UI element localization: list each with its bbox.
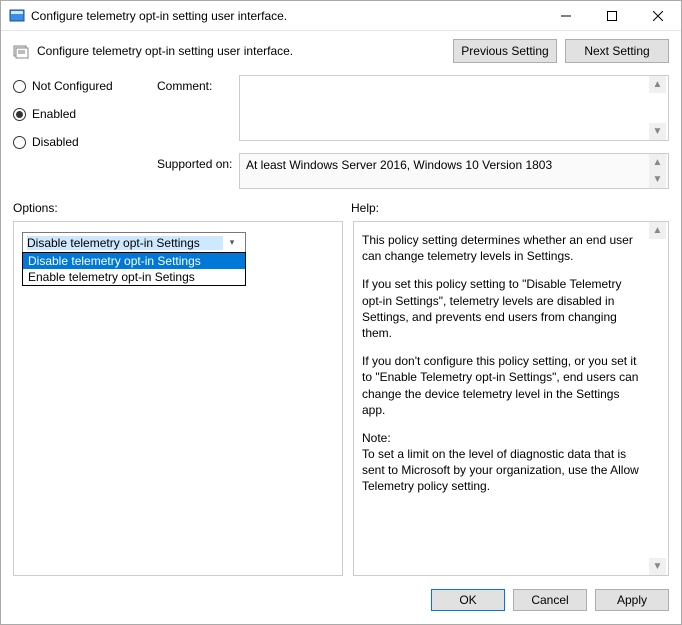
cancel-button[interactable]: Cancel bbox=[513, 589, 587, 611]
state-radio-group: Not Configured Enabled Disabled bbox=[13, 75, 153, 149]
help-paragraph: If you set this policy setting to "Disab… bbox=[362, 276, 644, 341]
supported-on-value: At least Windows Server 2016, Windows 10… bbox=[246, 158, 552, 172]
dialog-window: Configure telemetry opt-in setting user … bbox=[0, 0, 682, 625]
help-label: Help: bbox=[351, 201, 669, 215]
comment-textarea[interactable]: ▲ ▼ bbox=[239, 75, 669, 141]
radio-label: Not Configured bbox=[32, 79, 113, 93]
next-setting-button[interactable]: Next Setting bbox=[565, 39, 669, 63]
radio-icon bbox=[13, 80, 26, 93]
combobox-value: Disable telemetry opt-in Settings bbox=[27, 236, 223, 250]
radio-disabled[interactable]: Disabled bbox=[13, 135, 153, 149]
window-controls bbox=[543, 1, 681, 30]
section-labels: Options: Help: bbox=[1, 195, 681, 217]
combobox-dropdown: Disable telemetry opt-in Settings Enable… bbox=[22, 252, 246, 286]
dropdown-item[interactable]: Enable telemetry opt-in Setings bbox=[23, 269, 245, 285]
scroll-down-icon[interactable]: ▼ bbox=[649, 171, 666, 188]
app-icon bbox=[9, 8, 25, 24]
dialog-buttons: OK Cancel Apply bbox=[1, 584, 681, 624]
comment-label: Comment: bbox=[157, 75, 235, 149]
options-pane: Disable telemetry opt-in Settings ▾ Disa… bbox=[13, 221, 343, 576]
radio-enabled[interactable]: Enabled bbox=[13, 107, 153, 121]
help-paragraph: If you don't configure this policy setti… bbox=[362, 353, 644, 418]
form-area: Not Configured Enabled Disabled Comment:… bbox=[1, 71, 681, 195]
radio-not-configured[interactable]: Not Configured bbox=[13, 79, 153, 93]
policy-icon bbox=[13, 43, 29, 59]
options-label: Options: bbox=[13, 201, 351, 215]
help-paragraph: To set a limit on the level of diagnosti… bbox=[362, 446, 644, 495]
chevron-down-icon: ▾ bbox=[223, 233, 241, 252]
radio-icon bbox=[13, 136, 26, 149]
help-paragraph: This policy setting determines whether a… bbox=[362, 232, 644, 264]
radio-label: Enabled bbox=[32, 107, 76, 121]
scroll-down-icon[interactable]: ▼ bbox=[649, 123, 666, 140]
radio-icon bbox=[13, 108, 26, 121]
scroll-up-icon[interactable]: ▲ bbox=[649, 222, 666, 239]
scroll-up-icon[interactable]: ▲ bbox=[649, 76, 666, 93]
scroll-down-icon[interactable]: ▼ bbox=[649, 558, 666, 575]
help-note-label: Note: bbox=[362, 430, 644, 446]
minimize-button[interactable] bbox=[543, 1, 589, 30]
ok-button[interactable]: OK bbox=[431, 589, 505, 611]
dropdown-item[interactable]: Disable telemetry opt-in Settings bbox=[23, 253, 245, 269]
options-combobox[interactable]: Disable telemetry opt-in Settings ▾ bbox=[22, 232, 246, 253]
scroll-up-icon[interactable]: ▲ bbox=[649, 154, 666, 171]
radio-label: Disabled bbox=[32, 135, 79, 149]
supported-label: Supported on: bbox=[157, 153, 235, 189]
window-title: Configure telemetry opt-in setting user … bbox=[31, 9, 543, 23]
title-bar: Configure telemetry opt-in setting user … bbox=[1, 1, 681, 31]
policy-header: Configure telemetry opt-in setting user … bbox=[1, 31, 681, 71]
content-panes: Disable telemetry opt-in Settings ▾ Disa… bbox=[1, 217, 681, 584]
policy-title: Configure telemetry opt-in setting user … bbox=[37, 44, 445, 58]
maximize-button[interactable] bbox=[589, 1, 635, 30]
close-button[interactable] bbox=[635, 1, 681, 30]
supported-on-box: At least Windows Server 2016, Windows 10… bbox=[239, 153, 669, 189]
previous-setting-button[interactable]: Previous Setting bbox=[453, 39, 557, 63]
apply-button[interactable]: Apply bbox=[595, 589, 669, 611]
help-pane: This policy setting determines whether a… bbox=[353, 221, 669, 576]
